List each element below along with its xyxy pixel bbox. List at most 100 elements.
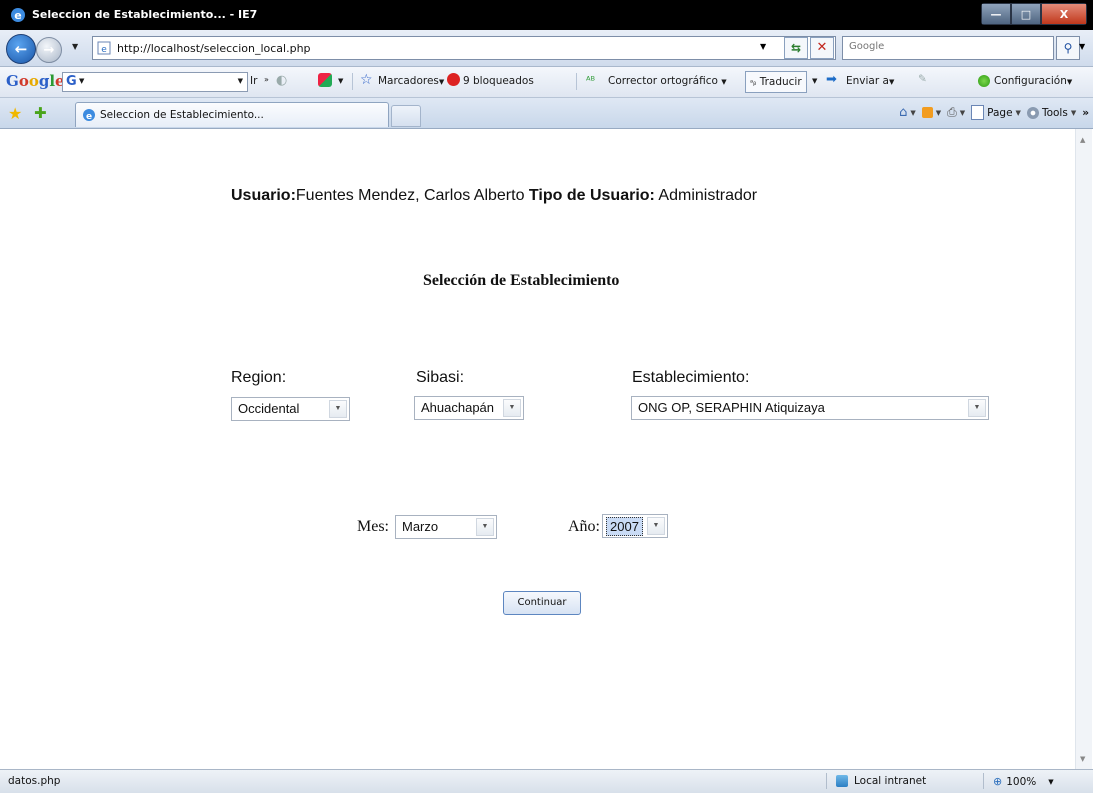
search-button[interactable]: ⚲ bbox=[1056, 36, 1080, 60]
google-logo: Google bbox=[6, 72, 65, 90]
vertical-scrollbar[interactable]: ▲ ▼ bbox=[1075, 129, 1092, 769]
forward-button[interactable]: → bbox=[36, 37, 62, 63]
chevron-down-icon: ▼ bbox=[647, 517, 665, 535]
status-text: datos.php bbox=[8, 775, 61, 787]
tools-menu-icon[interactable] bbox=[318, 73, 332, 87]
url-dropdown-icon[interactable]: ▼ bbox=[760, 42, 766, 51]
ie-logo-icon: e bbox=[11, 8, 25, 22]
back-button[interactable]: ← bbox=[6, 34, 36, 64]
search-box[interactable] bbox=[842, 36, 1054, 60]
user-type-label: Tipo de Usuario: bbox=[528, 187, 655, 204]
mes-select[interactable]: Marzo ▼ bbox=[395, 515, 497, 539]
scroll-up-icon[interactable]: ▲ bbox=[1080, 136, 1085, 144]
ie-page-icon: e bbox=[83, 109, 95, 122]
zoom-icon: ⊕ bbox=[993, 775, 1003, 788]
continue-button[interactable]: Continuar bbox=[503, 591, 581, 615]
google-search-field[interactable]: G ▼ ▼ bbox=[62, 72, 248, 92]
search-dropdown-icon[interactable]: ▼ bbox=[1079, 42, 1085, 51]
chevron-right-icon[interactable]: » bbox=[264, 75, 269, 84]
separator bbox=[826, 773, 827, 789]
settings-status-icon bbox=[978, 75, 990, 87]
separator bbox=[352, 73, 353, 90]
search-input[interactable] bbox=[847, 40, 1047, 53]
user-info: Usuario:Fuentes Mendez, Carlos Alberto T… bbox=[231, 187, 757, 205]
feeds-button[interactable]: ▼ bbox=[921, 107, 941, 118]
region-select[interactable]: Occidental ▼ bbox=[231, 397, 350, 421]
tab-bar: ★ ✚ e Seleccion de Establecimiento... ⌂ ▼… bbox=[0, 98, 1093, 129]
window-title: Seleccion de Establecimiento... - IE7 bbox=[32, 8, 258, 21]
add-favorite-icon[interactable]: ✚ bbox=[34, 104, 47, 122]
svg-text:e: e bbox=[14, 9, 21, 22]
zoom-control[interactable]: ⊕ 100% ▼ bbox=[993, 775, 1054, 788]
chevron-down-icon: ▼ bbox=[968, 399, 986, 417]
page-icon: e bbox=[97, 41, 111, 55]
star-icon: ☆ bbox=[360, 72, 373, 88]
svg-text:e: e bbox=[86, 112, 92, 122]
tools-dropdown-icon[interactable]: ▼ bbox=[338, 77, 343, 85]
feed-icon bbox=[921, 107, 933, 118]
pencil-icon[interactable]: ✎ bbox=[918, 73, 927, 85]
settings-button[interactable]: Configuración▼ bbox=[994, 75, 1072, 87]
google-history-dropdown-icon[interactable]: ▼ bbox=[238, 77, 243, 85]
google-search-dropdown-icon[interactable]: ▼ bbox=[79, 77, 84, 85]
user-type: Administrador bbox=[658, 187, 758, 204]
mes-value: Marzo bbox=[402, 519, 439, 534]
refresh-button[interactable]: ⇆ bbox=[784, 37, 808, 59]
region-label: Region: bbox=[231, 369, 287, 386]
address-field[interactable]: e http://localhost/seleccion_local.php bbox=[92, 36, 836, 60]
minimize-button[interactable]: — bbox=[981, 3, 1011, 25]
tab-active[interactable]: e Seleccion de Establecimiento... bbox=[75, 102, 389, 127]
status-bar: datos.php Local intranet ⊕ 100% ▼ bbox=[0, 769, 1093, 793]
chevron-down-icon: ▼ bbox=[1015, 108, 1021, 117]
translate-icon: ᵃᵦ bbox=[750, 78, 757, 87]
chevron-down-icon: ▼ bbox=[1070, 108, 1077, 117]
url-text: http://localhost/seleccion_local.php bbox=[117, 42, 311, 55]
more-commands-button[interactable]: » bbox=[1082, 107, 1089, 119]
anio-value: 2007 bbox=[606, 517, 643, 536]
window-title-bar: e Seleccion de Establecimiento... - IE7 … bbox=[0, 0, 1093, 30]
sibasi-select[interactable]: Ahuachapán ▼ bbox=[414, 396, 524, 420]
establecimiento-label: Establecimiento: bbox=[632, 369, 750, 386]
home-button[interactable]: ⌂ ▼ bbox=[899, 105, 916, 120]
establecimiento-select[interactable]: ONG OP, SERAPHIN Atiquizaya ▼ bbox=[631, 396, 989, 420]
tab-label: Seleccion de Establecimiento... bbox=[100, 109, 264, 121]
send-icon: ➡ bbox=[826, 72, 837, 87]
page-icon bbox=[971, 105, 985, 120]
search-icon: ⚲ bbox=[1063, 41, 1073, 55]
chevron-down-icon: ▼ bbox=[329, 400, 347, 418]
popup-blocker-icon bbox=[447, 73, 460, 86]
google-go-button[interactable]: Ir bbox=[250, 75, 257, 87]
page-menu-button[interactable]: Page ▼ bbox=[971, 105, 1021, 120]
tools-menu-button[interactable]: Tools ▼ bbox=[1026, 106, 1077, 119]
sibasi-value: Ahuachapán bbox=[421, 400, 495, 415]
spellcheck-button[interactable]: Corrector ortográfico ▼ bbox=[608, 75, 727, 87]
separator bbox=[576, 73, 577, 90]
page-viewport bbox=[8, 129, 1075, 769]
bookmarks-button[interactable]: Marcadores▼ bbox=[378, 75, 444, 87]
svg-text:e: e bbox=[101, 45, 107, 55]
popup-blocked-button[interactable]: 9 bloqueados bbox=[463, 75, 534, 87]
google-toolbar: Google G ▼ ▼ Ir » ◐ ▼ ☆ Marcadores▼ 9 bl… bbox=[0, 67, 1093, 98]
refresh-icon: ⇆ bbox=[790, 41, 802, 55]
history-dropdown-icon[interactable]: ▼ bbox=[72, 42, 78, 51]
anio-select[interactable]: 2007 ▼ bbox=[602, 514, 668, 538]
home-icon: ⌂ bbox=[899, 105, 908, 120]
translate-button[interactable]: ᵃᵦ Traducir bbox=[745, 71, 807, 93]
translate-dropdown-icon[interactable]: ▼ bbox=[812, 77, 817, 85]
send-to-button[interactable]: Enviar a▼ bbox=[846, 75, 894, 87]
spellcheck-icon: ᴬᴮ bbox=[586, 75, 596, 87]
establecimiento-value: ONG OP, SERAPHIN Atiquizaya bbox=[638, 400, 825, 415]
scroll-down-icon[interactable]: ▼ bbox=[1080, 755, 1085, 763]
security-zone[interactable]: Local intranet bbox=[836, 775, 926, 787]
maximize-button[interactable]: □ bbox=[1011, 3, 1041, 25]
chevron-down-icon: ▼ bbox=[910, 108, 916, 117]
close-button[interactable]: X bbox=[1041, 3, 1087, 25]
new-tab-button[interactable] bbox=[391, 105, 421, 127]
stop-button[interactable]: ✕ bbox=[810, 37, 834, 59]
user-name: Fuentes Mendez, Carlos Alberto bbox=[295, 187, 525, 204]
favorites-star-icon[interactable]: ★ bbox=[8, 104, 22, 123]
separator bbox=[983, 773, 984, 789]
command-bar: ⌂ ▼ ▼ ⎙ ▼ Page ▼ Tools ▼ » bbox=[899, 105, 1089, 120]
print-button[interactable]: ⎙ ▼ bbox=[947, 105, 965, 120]
pagerank-icon[interactable]: ◐ bbox=[276, 73, 287, 88]
